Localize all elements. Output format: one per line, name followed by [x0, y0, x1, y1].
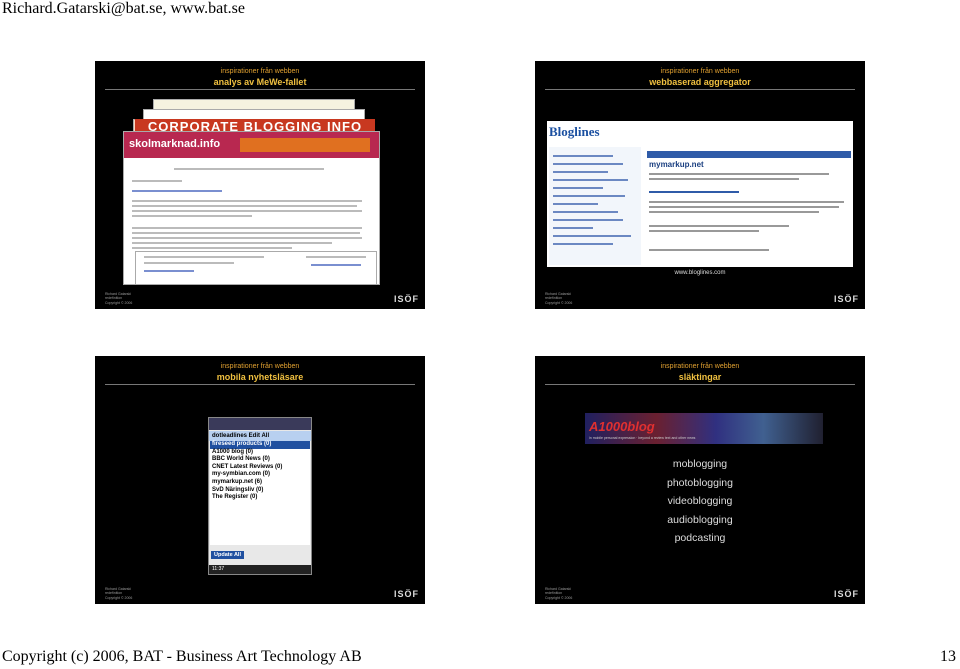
text-line: [132, 232, 360, 234]
banner-logo: A1000blog: [589, 419, 655, 434]
slide-kicker: inspirationer från webben: [220, 68, 300, 75]
text-line: [649, 230, 759, 232]
text-line: [649, 225, 789, 227]
text-line: [649, 206, 839, 208]
text-line: [132, 215, 252, 217]
feed-row: [553, 243, 613, 245]
phone-feed-list: fireseed products (0) A1000 blog (0) BBC…: [210, 441, 310, 545]
text-line: [132, 237, 362, 239]
feed-content: mymarkup.net: [647, 145, 851, 265]
feed-title: mymarkup.net: [649, 160, 704, 169]
phone-feed-item: SvD Näringsliv (0): [212, 486, 264, 493]
slide-relatives: inspirationer från webben släktingar A10…: [535, 356, 865, 604]
text-line: [132, 180, 182, 182]
slide-kicker: inspirationer från webben: [660, 363, 740, 370]
term-item: videoblogging: [667, 495, 733, 507]
feed-row: [553, 211, 618, 213]
feed-row: [553, 163, 623, 165]
phone-feed-item: fireseed products (0): [210, 441, 310, 449]
slide-divider: [105, 384, 415, 385]
text-line: [132, 210, 362, 212]
slide-kicker: inspirationer från webben: [660, 68, 740, 75]
phone-status-bar: 11:37: [209, 565, 311, 574]
feed-sidebar: [549, 147, 641, 265]
slide-title: mobila nyhetsläsare: [216, 372, 304, 382]
slide-kicker: inspirationer från webben: [220, 363, 300, 370]
screenshot-bloglines: Bloglines mymarkup.net: [547, 121, 853, 267]
feed-row: [553, 171, 608, 173]
phone-toolbar: [209, 418, 311, 430]
phone-screenshot: dotleadlines Edit All fireseed products …: [208, 417, 312, 575]
phone-feed-item: A1000 blog (0): [212, 448, 254, 455]
phone-feed-item: mymarkup.net (6): [212, 478, 263, 485]
phone-menu-bar: dotleadlines Edit All: [209, 431, 311, 441]
site-nav: [240, 138, 370, 152]
site-header: skolmarknad.info: [124, 132, 379, 158]
term-item: moblogging: [672, 458, 728, 470]
text-line: [144, 256, 264, 258]
page-number: 13: [940, 648, 956, 665]
footer-logo: ISÖF: [833, 589, 859, 599]
screenshot-page-front: [135, 251, 377, 285]
phone-feed-item: BBC World News (0): [212, 456, 270, 463]
text-line: [132, 200, 362, 202]
text-line: [649, 173, 829, 175]
page-header: Richard.Gatarski@bat.se, www.bat.se: [2, 0, 245, 17]
text-line: [132, 190, 222, 192]
blogging-terms: moblogging photoblogging videoblogging a…: [535, 455, 865, 548]
feed-row: [553, 155, 613, 157]
slide-title: analys av MeWe-fallet: [213, 77, 307, 87]
phone-feed-item: CNET Latest Reviews (0): [212, 463, 283, 470]
feed-row: [553, 187, 603, 189]
feed-row: [553, 235, 631, 237]
text-line: [132, 205, 357, 207]
text-line: [649, 211, 819, 213]
slide-author: Richard Gatarski redefinition Copyright …: [545, 291, 573, 305]
text-line: [649, 178, 799, 180]
term-item: photoblogging: [667, 476, 733, 489]
slide-mewe-analysis: inspirationer från webben analys av MeWe…: [95, 61, 425, 309]
a1000blog-banner: A1000blog in mobile personal expression …: [585, 413, 823, 444]
phone-feed-item: my-symbian.com (0): [212, 471, 271, 478]
slide-title: släktingar: [678, 372, 722, 382]
text-line: [649, 191, 739, 193]
slide-mobile-readers: inspirationer från webben mobila nyhetsl…: [95, 356, 425, 604]
term-item: audioblogging: [667, 513, 733, 526]
term-item: podcasting: [674, 532, 726, 544]
text-line: [649, 201, 844, 203]
feed-toolbar: [647, 151, 851, 158]
text-line: [144, 270, 194, 272]
footer-logo: ISÖF: [393, 294, 419, 304]
text-line: [144, 262, 234, 264]
feed-row: [553, 203, 598, 205]
site-logo: skolmarknad.info: [129, 138, 221, 150]
page-footer-copyright: Copyright (c) 2006, BAT - Business Art T…: [2, 648, 362, 665]
feed-row: [553, 219, 623, 221]
feed-row: [553, 227, 593, 229]
feed-row: [553, 179, 628, 181]
banner-subtitle: in mobile personal expression · beyond a…: [589, 436, 696, 440]
footer-logo: ISÖF: [833, 294, 859, 304]
text-line: [132, 227, 362, 229]
slide-web-aggregator: inspirationer från webben webbaserad agg…: [535, 61, 865, 309]
text-line: [311, 264, 361, 266]
phone-update-button: Update All: [211, 551, 244, 559]
text-line: [649, 249, 769, 251]
slide-divider: [105, 89, 415, 90]
footer-logo: ISÖF: [393, 589, 419, 599]
slide-author: Richard Gatarski redefinition Copyright …: [545, 586, 573, 600]
bloglines-logo: Bloglines: [549, 124, 600, 139]
slide-title: webbaserad aggregator: [649, 77, 751, 87]
slide-author: Richard Gatarski redefinition Copyright …: [105, 586, 133, 600]
text-line: [132, 242, 332, 244]
phone-feed-item: The Register (0): [212, 494, 258, 501]
slide-author: Richard Gatarski redefinition Copyright …: [105, 291, 133, 305]
slide-divider: [545, 89, 855, 90]
feed-row: [553, 195, 625, 197]
slide-divider: [545, 384, 855, 385]
slide-caption-url: www.bloglines.com: [674, 270, 726, 276]
text-line: [132, 247, 292, 249]
text-line: [174, 168, 324, 170]
text-line: [306, 256, 366, 258]
